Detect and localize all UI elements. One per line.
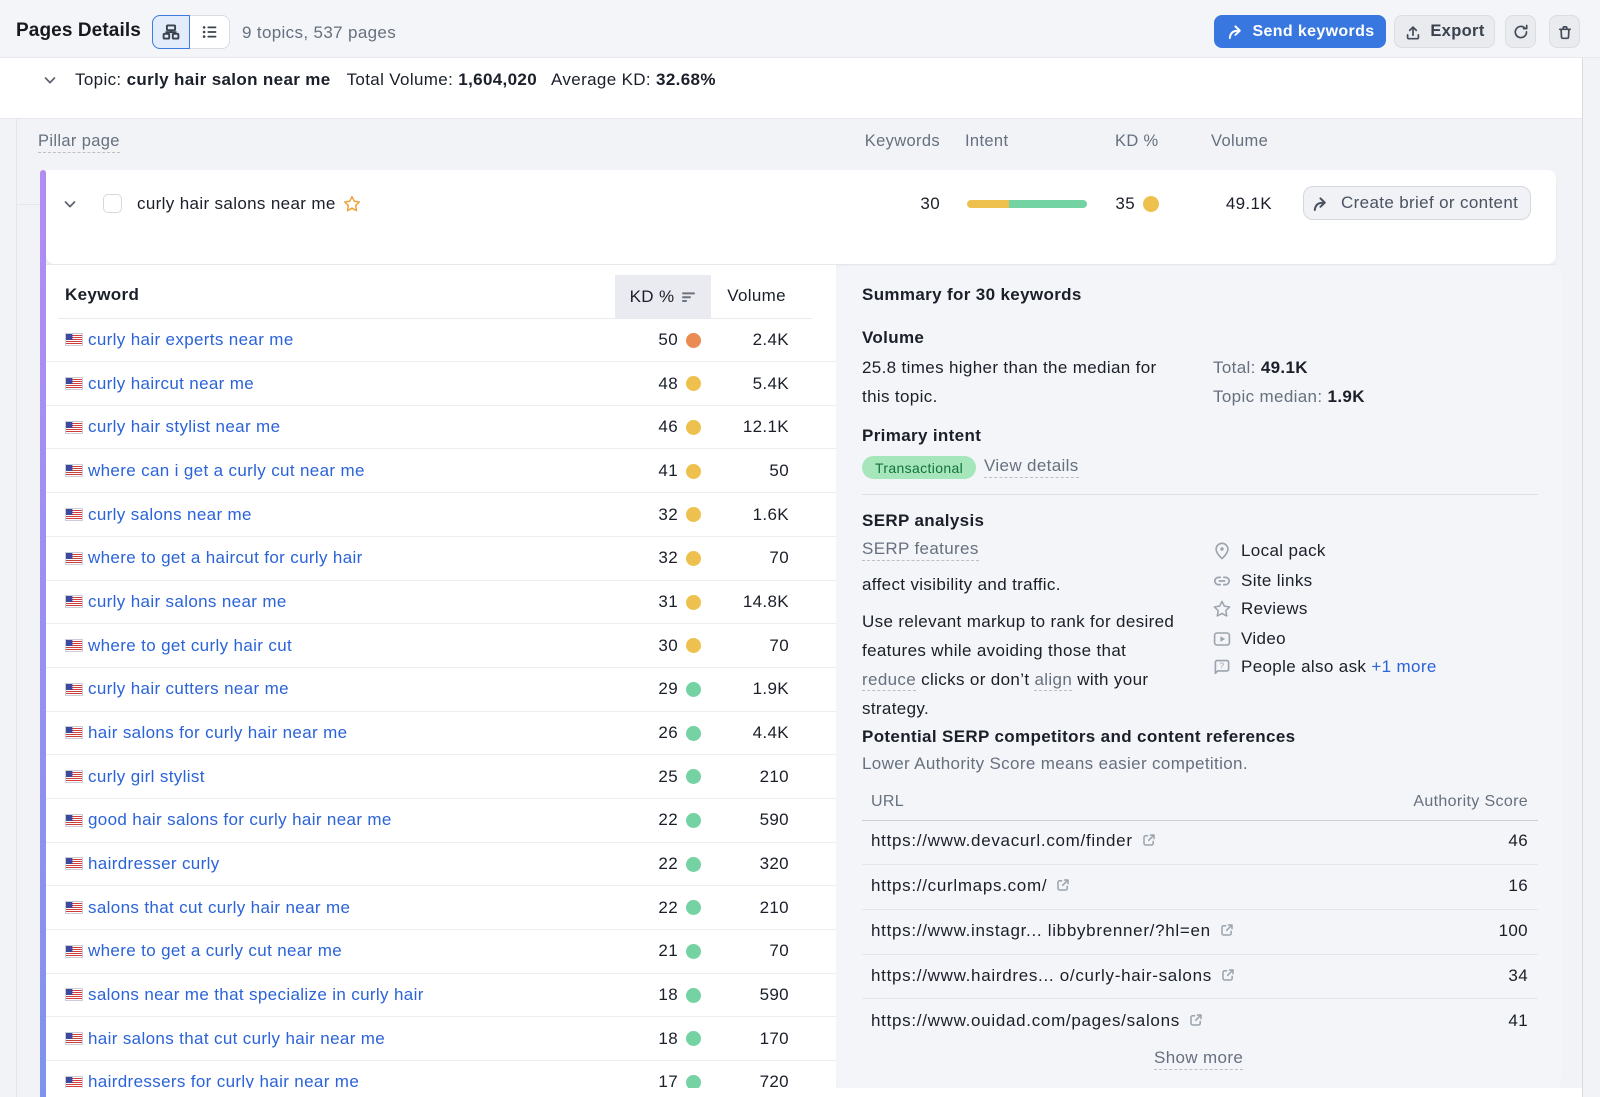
svg-text:?: ?: [1220, 661, 1225, 670]
